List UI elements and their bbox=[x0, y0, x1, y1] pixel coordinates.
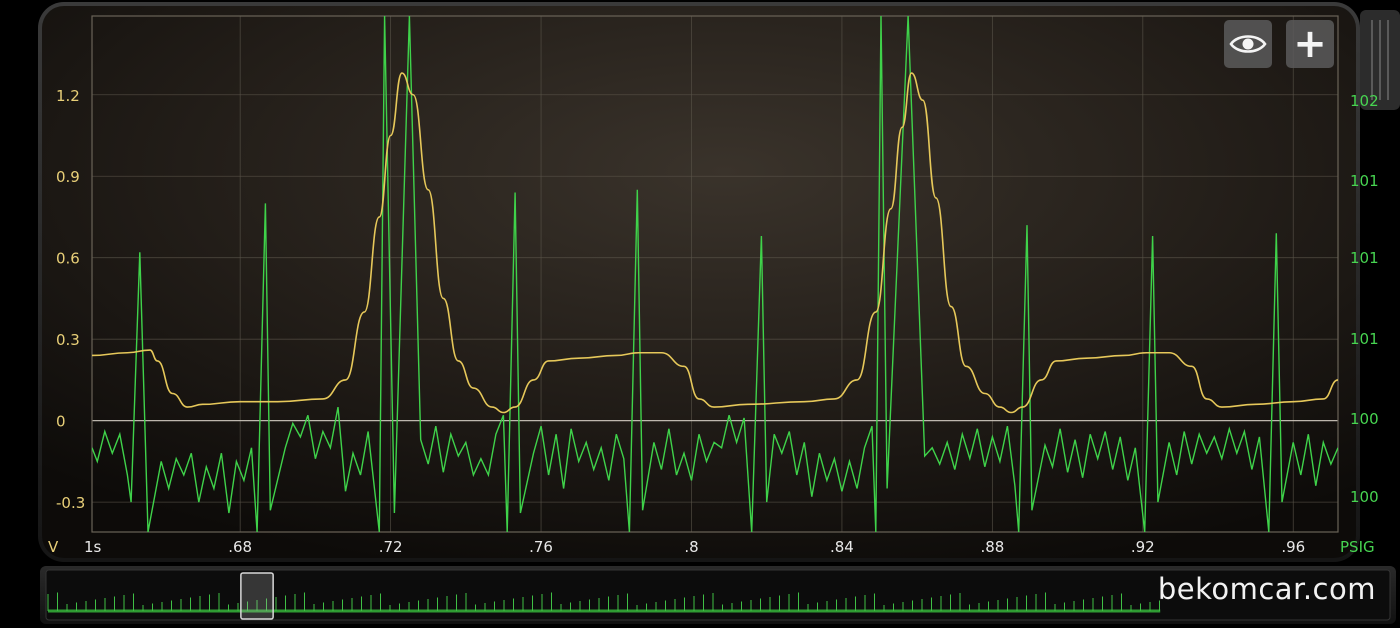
right-axis-label: PSIG bbox=[1340, 538, 1375, 556]
plot-background bbox=[42, 6, 1356, 558]
x-axis-label: 1s bbox=[84, 538, 102, 556]
x-tick-label: .84 bbox=[830, 538, 854, 556]
add-channel-button[interactable]: + bbox=[1286, 20, 1334, 68]
left-axis-label: V bbox=[48, 538, 59, 556]
watermark: bekomcar.com bbox=[1157, 572, 1376, 606]
oscilloscope-frame: 1.2 0.9 0.6 0.3 0 -0.3 102 101 101 101 100 100 .68… bbox=[0, 0, 1400, 628]
eye-icon bbox=[1229, 35, 1267, 53]
x-tick-label: .8 bbox=[684, 538, 698, 556]
x-tick-label: .76 bbox=[529, 538, 553, 556]
right-tick-label: 100 bbox=[1350, 488, 1379, 506]
x-tick-label: .88 bbox=[980, 538, 1004, 556]
left-tick-label: 0.6 bbox=[56, 250, 80, 268]
left-tick-label: 0.9 bbox=[56, 168, 80, 186]
x-tick-label: .96 bbox=[1281, 538, 1305, 556]
left-tick-label: 0.3 bbox=[56, 331, 80, 349]
right-tick-label: 101 bbox=[1350, 249, 1379, 267]
right-tick-label: 101 bbox=[1350, 172, 1379, 190]
left-tick-label: -0.3 bbox=[56, 494, 85, 512]
left-tick-label: 1.2 bbox=[56, 87, 80, 105]
overview-window-handle[interactable] bbox=[240, 572, 274, 620]
visibility-button[interactable] bbox=[1224, 20, 1272, 68]
right-tick-label: 100 bbox=[1350, 410, 1379, 428]
right-tick-label: 102 bbox=[1350, 92, 1379, 110]
left-tick-label: 0 bbox=[56, 413, 66, 431]
x-tick-label: .68 bbox=[228, 538, 252, 556]
right-tick-label: 101 bbox=[1350, 330, 1379, 348]
x-tick-label: .72 bbox=[379, 538, 403, 556]
x-tick-label: .92 bbox=[1131, 538, 1155, 556]
plus-icon: + bbox=[1293, 21, 1327, 67]
